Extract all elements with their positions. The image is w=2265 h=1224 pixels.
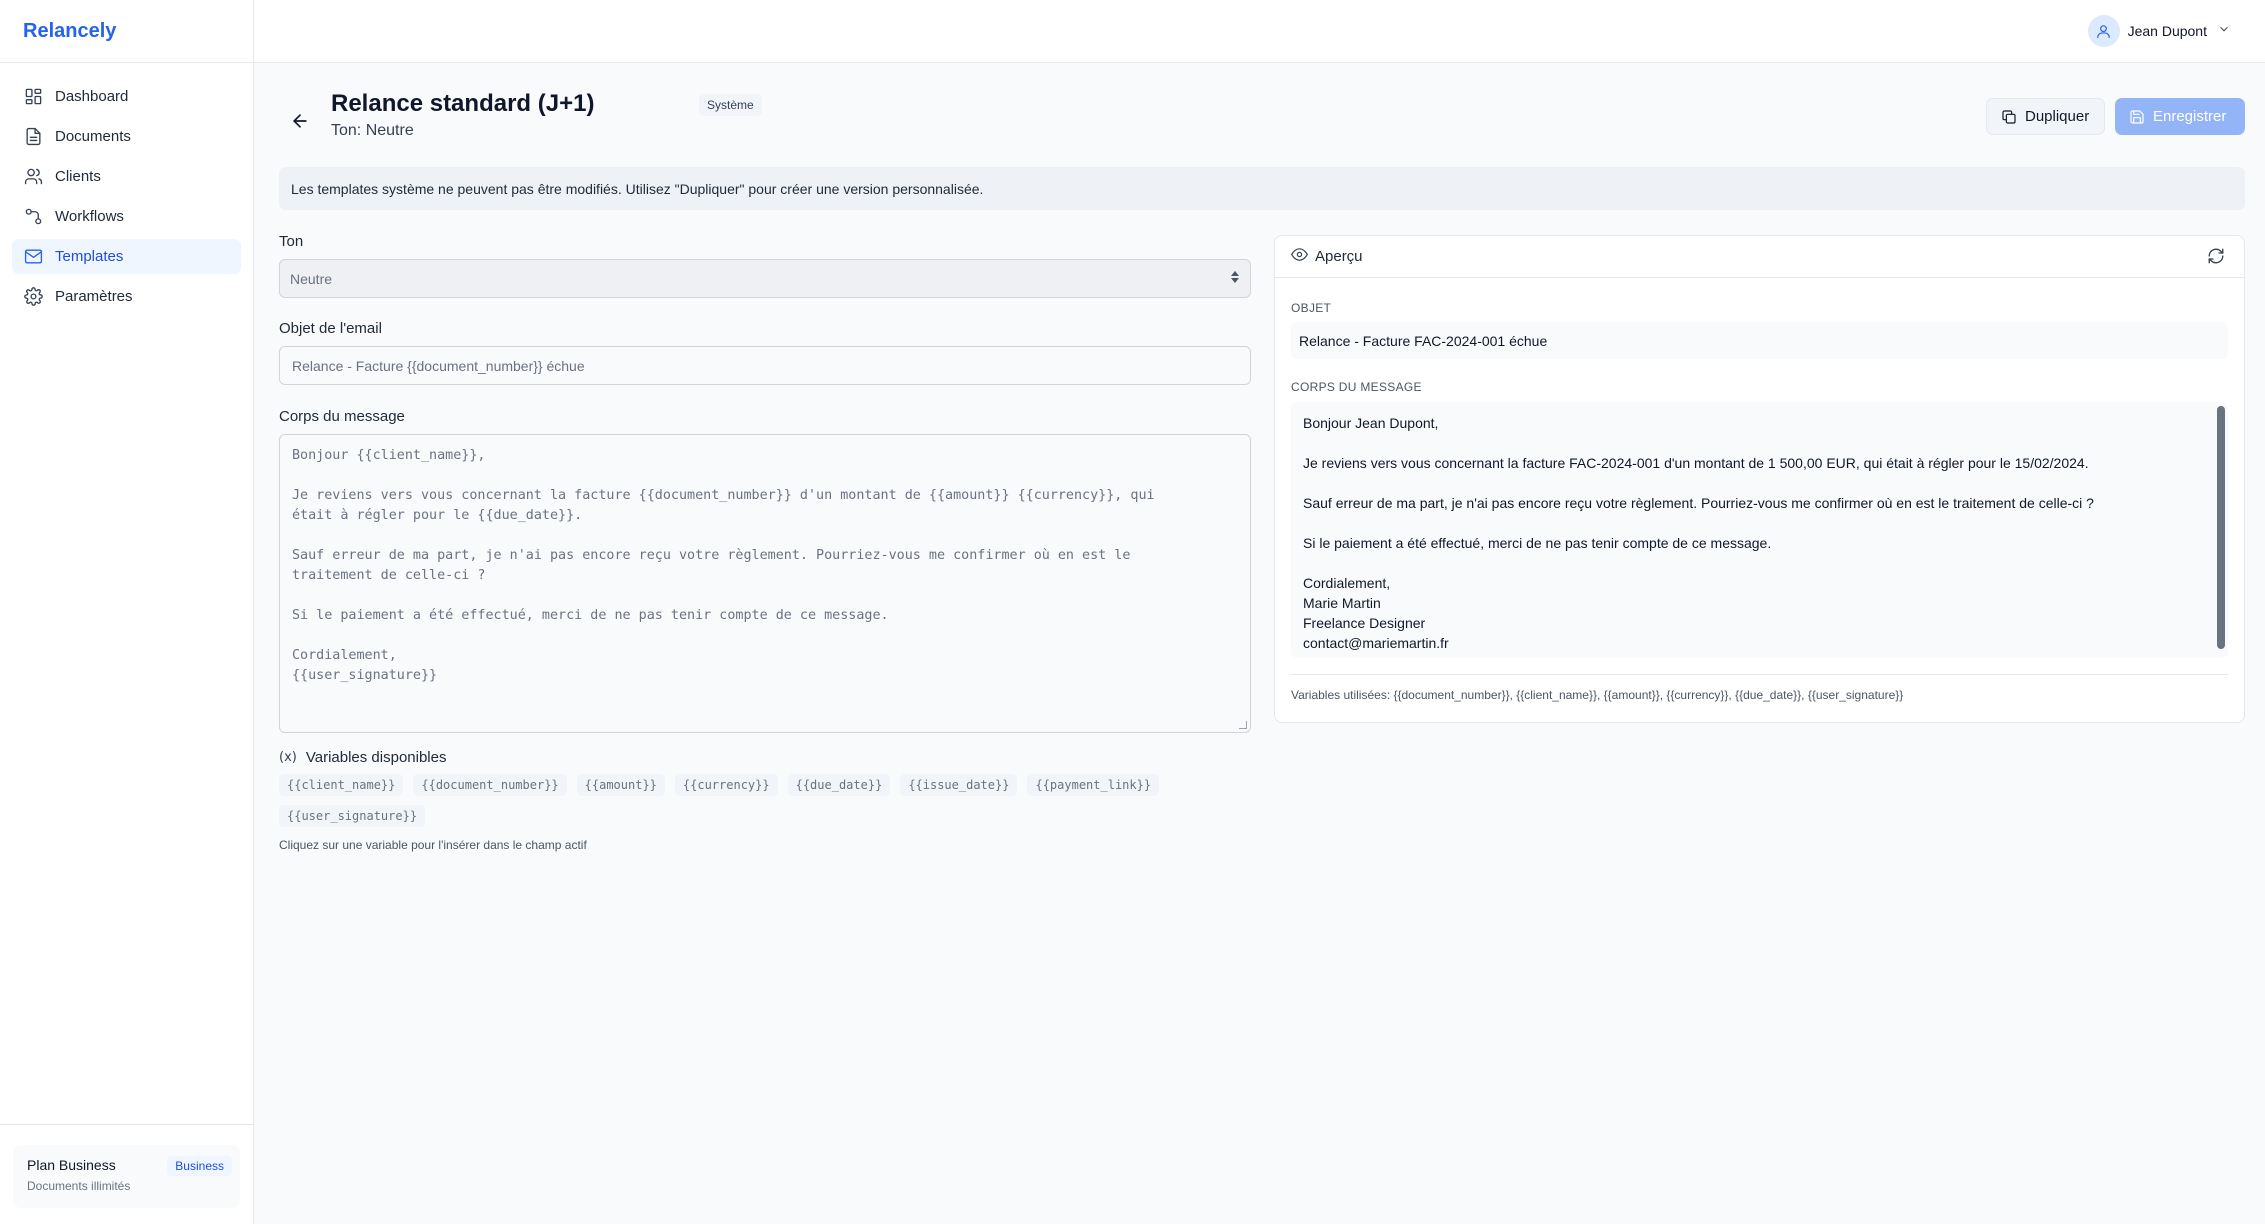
plan-badge: Business — [167, 1156, 232, 1176]
variable-chip-document-number[interactable]: {{document_number}} — [413, 774, 567, 796]
save-icon — [2130, 109, 2144, 124]
gear-icon — [24, 287, 43, 306]
users-icon — [24, 168, 43, 185]
dashboard-icon — [25, 88, 42, 105]
variable-chips: {{client_name}} {{document_number}} {{am… — [279, 774, 1179, 836]
sidebar: Relancely Dashboard Documents Clients Wo… — [0, 0, 254, 1224]
tone-value: Neutre — [290, 270, 333, 287]
user-menu[interactable]: Jean Dupont — [2087, 15, 2231, 47]
used-variables: Variables utilisées: {{document_number}}… — [1291, 688, 1904, 702]
sidebar-item-templates[interactable]: Templates — [12, 239, 241, 274]
sidebar-item-parametres[interactable]: Paramètres — [12, 279, 241, 314]
readonly-notice: Les templates système ne peuvent pas êtr… — [279, 167, 2245, 210]
avatar — [2087, 15, 2120, 47]
refresh-button[interactable] — [2207, 247, 2225, 269]
tone-select[interactable]: Neutre — [279, 259, 1251, 298]
variable-chip-client-name[interactable]: {{client_name}} — [279, 774, 404, 796]
sidebar-item-clients[interactable]: Clients — [12, 159, 241, 194]
template-form: Ton Neutre Objet de l'email Relance - Fa… — [279, 233, 1251, 852]
sidebar-item-dashboard[interactable]: Dashboard — [12, 79, 241, 114]
page-subtitle: Ton: Neutre — [331, 122, 414, 139]
plan-section: Plan Business Documents illimités Busine… — [0, 1124, 253, 1224]
main-content: Relance standard (J+1) Ton: Neutre Systè… — [254, 63, 2265, 1224]
variables-title: Variables disponibles — [305, 749, 447, 766]
chevron-down-icon — [2217, 22, 2231, 41]
tone-label: Ton — [279, 233, 304, 250]
variable-chip-issue-date[interactable]: {{issue_date}} — [900, 774, 1018, 796]
back-button[interactable] — [280, 104, 320, 138]
sidebar-nav: Dashboard Documents Clients Workflows Te… — [0, 63, 253, 335]
preview-subject-caption: OBJET — [1291, 301, 1332, 315]
preview-message-text: Bonjour Jean Dupont, Je reviens vers vou… — [1303, 415, 2094, 651]
duplicate-button[interactable]: Dupliquer — [1986, 98, 2105, 135]
mail-icon — [24, 249, 43, 264]
save-label: Enregistrer — [2153, 108, 2227, 125]
brand-logo[interactable]: Relancely — [0, 0, 253, 63]
copy-icon — [2002, 109, 2016, 124]
variable-chip-payment-link[interactable]: {{payment_link}} — [1027, 774, 1160, 796]
body-label: Corps du message — [279, 408, 405, 425]
duplicate-label: Dupliquer — [2025, 108, 2090, 125]
page-title: Relance standard (J+1) — [331, 90, 595, 117]
sidebar-item-label: Clients — [55, 168, 101, 185]
document-icon — [26, 127, 41, 146]
sidebar-item-label: Paramètres — [55, 288, 133, 305]
preview-panel: Aperçu OBJET Relance - Facture FAC-2024-… — [1274, 235, 2245, 723]
refresh-icon — [2208, 248, 2224, 264]
sidebar-item-label: Dashboard — [55, 88, 129, 105]
variables-hint: Cliquez sur une variable pour l'insérer … — [279, 838, 587, 852]
variable-chip-amount[interactable]: {{amount}} — [576, 774, 665, 796]
system-badge: Système — [699, 94, 762, 116]
body-textarea[interactable]: Bonjour {{client_name}}, Je reviens vers… — [279, 434, 1251, 733]
sidebar-item-label: Workflows — [55, 208, 124, 225]
preview-title: Aperçu — [1315, 248, 1363, 265]
subject-field[interactable]: Relance - Facture {{document_number}} éc… — [279, 346, 1251, 385]
preview-body: OBJET Relance - Facture FAC-2024-001 éch… — [1275, 301, 2244, 702]
user-name: Jean Dupont — [2127, 23, 2207, 39]
sidebar-item-label: Documents — [55, 128, 131, 145]
preview-body-caption: CORPS DU MESSAGE — [1291, 380, 1422, 394]
sidebar-item-workflows[interactable]: Workflows — [12, 199, 241, 234]
resize-handle[interactable] — [1239, 721, 1247, 729]
user-icon — [2097, 24, 2110, 38]
body-text: Bonjour {{client_name}}, Je reviens vers… — [292, 448, 1155, 683]
divider — [1291, 674, 2228, 675]
save-button[interactable]: Enregistrer — [2115, 98, 2245, 135]
sidebar-item-documents[interactable]: Documents — [12, 119, 241, 154]
variable-chip-user-signature[interactable]: {{user_signature}} — [279, 805, 426, 827]
variable-icon: (x) — [279, 750, 297, 765]
plan-card[interactable]: Plan Business Documents illimités Busine… — [13, 1145, 240, 1208]
variable-chip-currency[interactable]: {{currency}} — [674, 774, 778, 796]
subject-label: Objet de l'email — [279, 320, 382, 337]
select-arrows-icon — [1230, 270, 1240, 287]
variables-header: (x) Variables disponibles — [279, 749, 1251, 766]
topbar: Jean Dupont — [254, 0, 2265, 63]
workflow-icon — [25, 208, 42, 225]
variable-chip-due-date[interactable]: {{due_date}} — [787, 774, 891, 796]
sidebar-item-label: Templates — [55, 248, 124, 265]
plan-description: Documents illimités — [27, 1179, 131, 1193]
preview-message: Bonjour Jean Dupont, Je reviens vers vou… — [1291, 402, 2228, 658]
preview-scrollbar[interactable] — [2217, 406, 2225, 649]
eye-icon — [1291, 246, 1315, 267]
preview-header: Aperçu — [1275, 236, 2244, 278]
preview-subject: Relance - Facture FAC-2024-001 échue — [1291, 322, 2228, 359]
arrow-left-icon — [293, 114, 307, 128]
